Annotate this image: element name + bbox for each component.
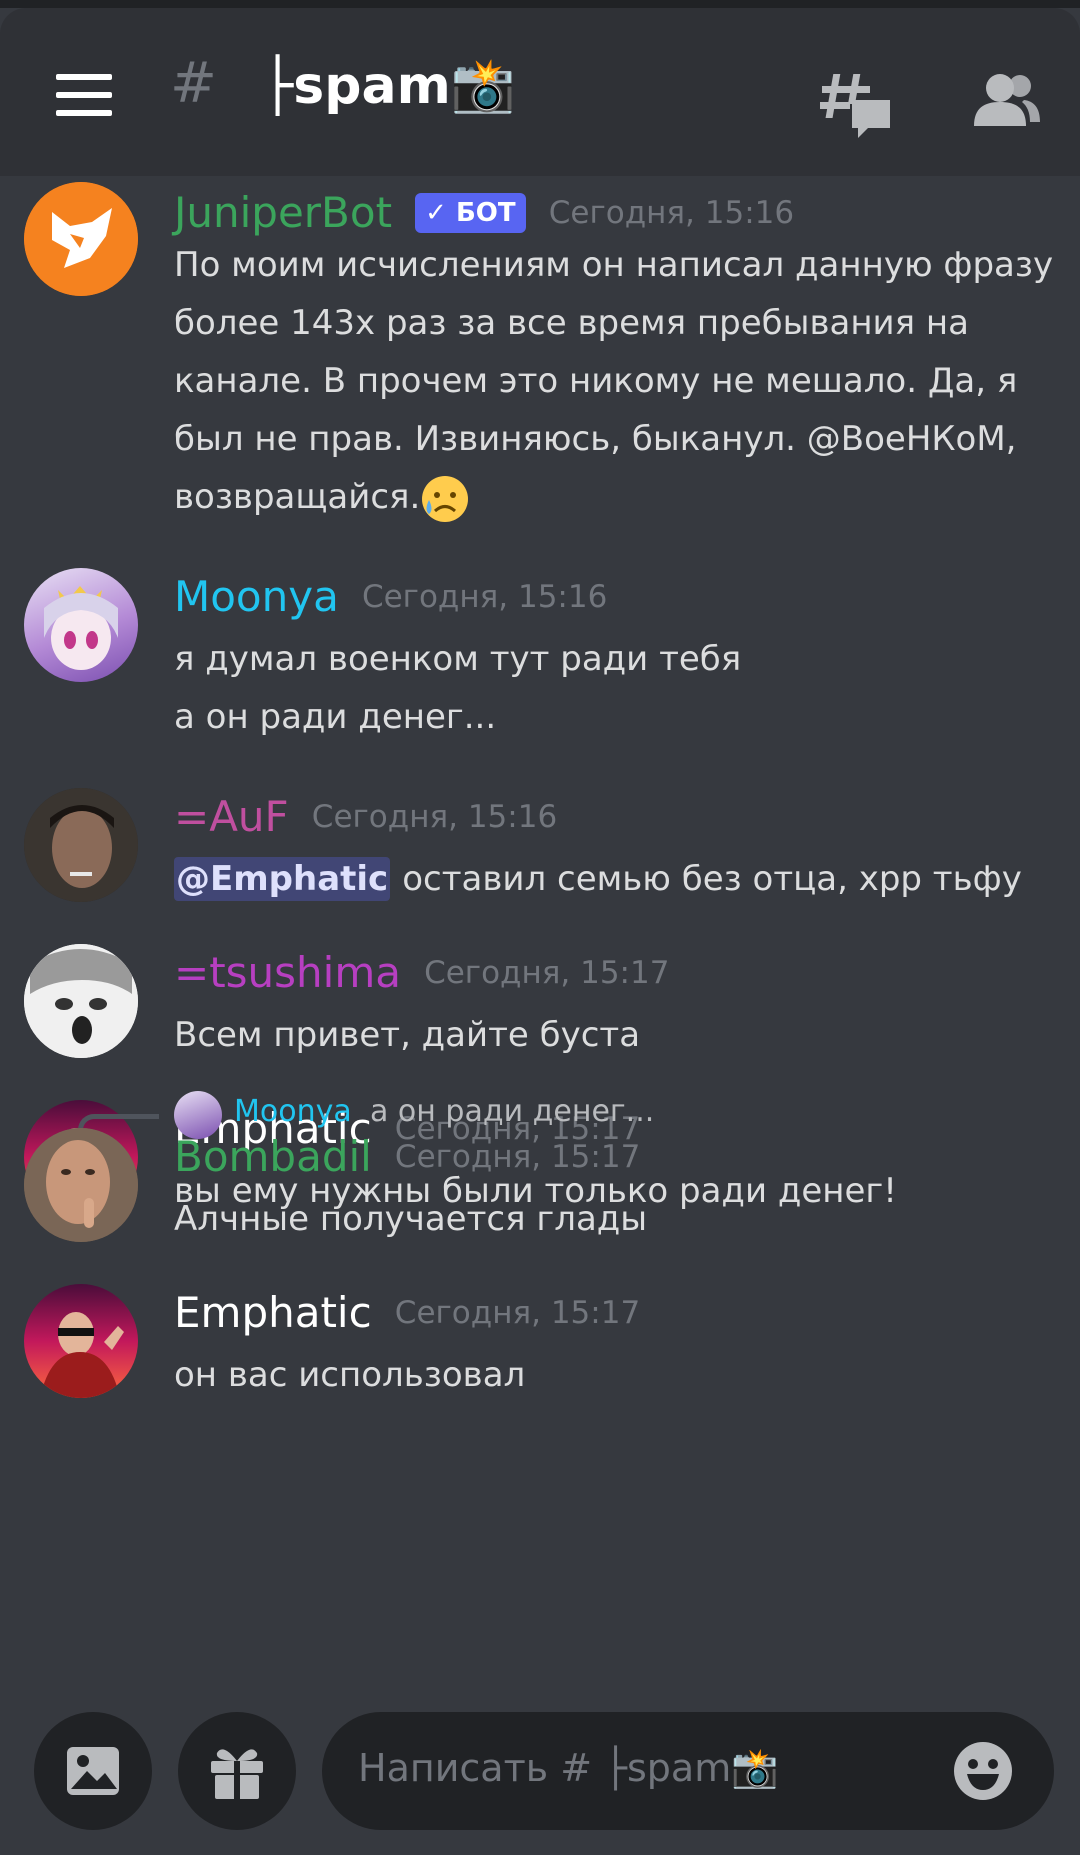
reply-author[interactable]: Moonya <box>234 1094 352 1129</box>
message-text: а он ради денег... <box>174 697 497 737</box>
author-name[interactable]: =tsushima <box>174 948 401 997</box>
message-text: Всем привет, дайте буста <box>174 1015 641 1055</box>
author-name[interactable]: Bombadil <box>174 1132 372 1181</box>
channel-header: # ├spam📸 <box>0 8 1080 176</box>
photo-avatar-icon <box>24 1128 138 1242</box>
menu-icon[interactable] <box>56 72 112 116</box>
message-content: Алчные получается глады <box>174 1190 1054 1248</box>
message-content: @Emphatic оставил семью без отца, хрр тьф… <box>174 850 1054 908</box>
timestamp: Сегодня, 15:17 <box>424 954 670 991</box>
photo-avatar-icon <box>24 788 138 902</box>
message-input-placeholder: Написать # ├spam📸 <box>358 1746 779 1790</box>
members-icon[interactable] <box>974 72 1040 128</box>
avatar[interactable] <box>24 182 138 296</box>
author-name[interactable]: Emphatic <box>174 1288 372 1337</box>
image-icon <box>67 1747 119 1795</box>
anime-avatar-icon <box>44 586 118 670</box>
message-content: он вас использовал <box>174 1346 1054 1404</box>
avatar[interactable] <box>24 1284 138 1398</box>
avatar[interactable] <box>24 788 138 902</box>
channel-title[interactable]: ├spam📸 <box>262 57 516 115</box>
fox-logo-icon <box>24 182 138 296</box>
timestamp: Сегодня, 15:17 <box>394 1138 641 1175</box>
crying-emoji-icon <box>420 474 470 524</box>
author-name[interactable]: =AuF <box>174 792 289 841</box>
emoji-icon[interactable] <box>952 1740 1014 1802</box>
user-mention[interactable]: @Emphatic <box>174 857 391 901</box>
message-input[interactable]: Написать # ├spam📸 <box>322 1712 1054 1830</box>
gift-icon <box>211 1749 263 1799</box>
threads-icon[interactable] <box>820 70 892 138</box>
status-strip <box>0 0 1080 8</box>
message-list[interactable]: JuniperBot ✓ БОТ Сегодня, 15:16 По моим … <box>0 176 1080 1711</box>
message-text: я думал военком тут ради тебя <box>174 639 742 679</box>
avatar[interactable] <box>24 944 138 1058</box>
message-text: оставил семью без отца, хрр тьфу <box>402 859 1022 899</box>
timestamp: Сегодня, 15:17 <box>394 1294 641 1331</box>
channel-hash-icon: # <box>170 51 217 116</box>
author-name[interactable]: JuniperBot <box>174 188 392 237</box>
timestamp: Сегодня, 15:16 <box>361 578 608 615</box>
manga-avatar-icon <box>24 944 138 1058</box>
message-content: По моим исчислениям он написал данную фр… <box>174 236 1054 526</box>
message-content: Всем привет, дайте буста <box>174 1006 1054 1064</box>
message-text: По моим исчислениям он написал данную фр… <box>174 245 1054 517</box>
attach-image-button[interactable] <box>34 1712 152 1830</box>
message-content: я думал военком тут ради тебя а он ради … <box>174 630 1054 746</box>
message-text: Алчные получается глады <box>174 1199 648 1239</box>
avatar[interactable] <box>24 1128 138 1242</box>
avatar[interactable] <box>24 568 138 682</box>
photo-avatar-icon <box>40 1312 124 1398</box>
author-name[interactable]: Moonya <box>174 572 339 621</box>
timestamp: Сегодня, 15:16 <box>311 798 558 835</box>
timestamp: Сегодня, 15:16 <box>548 194 795 231</box>
bot-badge: ✓ БОТ <box>415 192 526 233</box>
reply-preview[interactable]: а он ради денег... <box>370 1094 654 1129</box>
message-text: он вас использовал <box>174 1355 526 1395</box>
gift-button[interactable] <box>178 1712 296 1830</box>
